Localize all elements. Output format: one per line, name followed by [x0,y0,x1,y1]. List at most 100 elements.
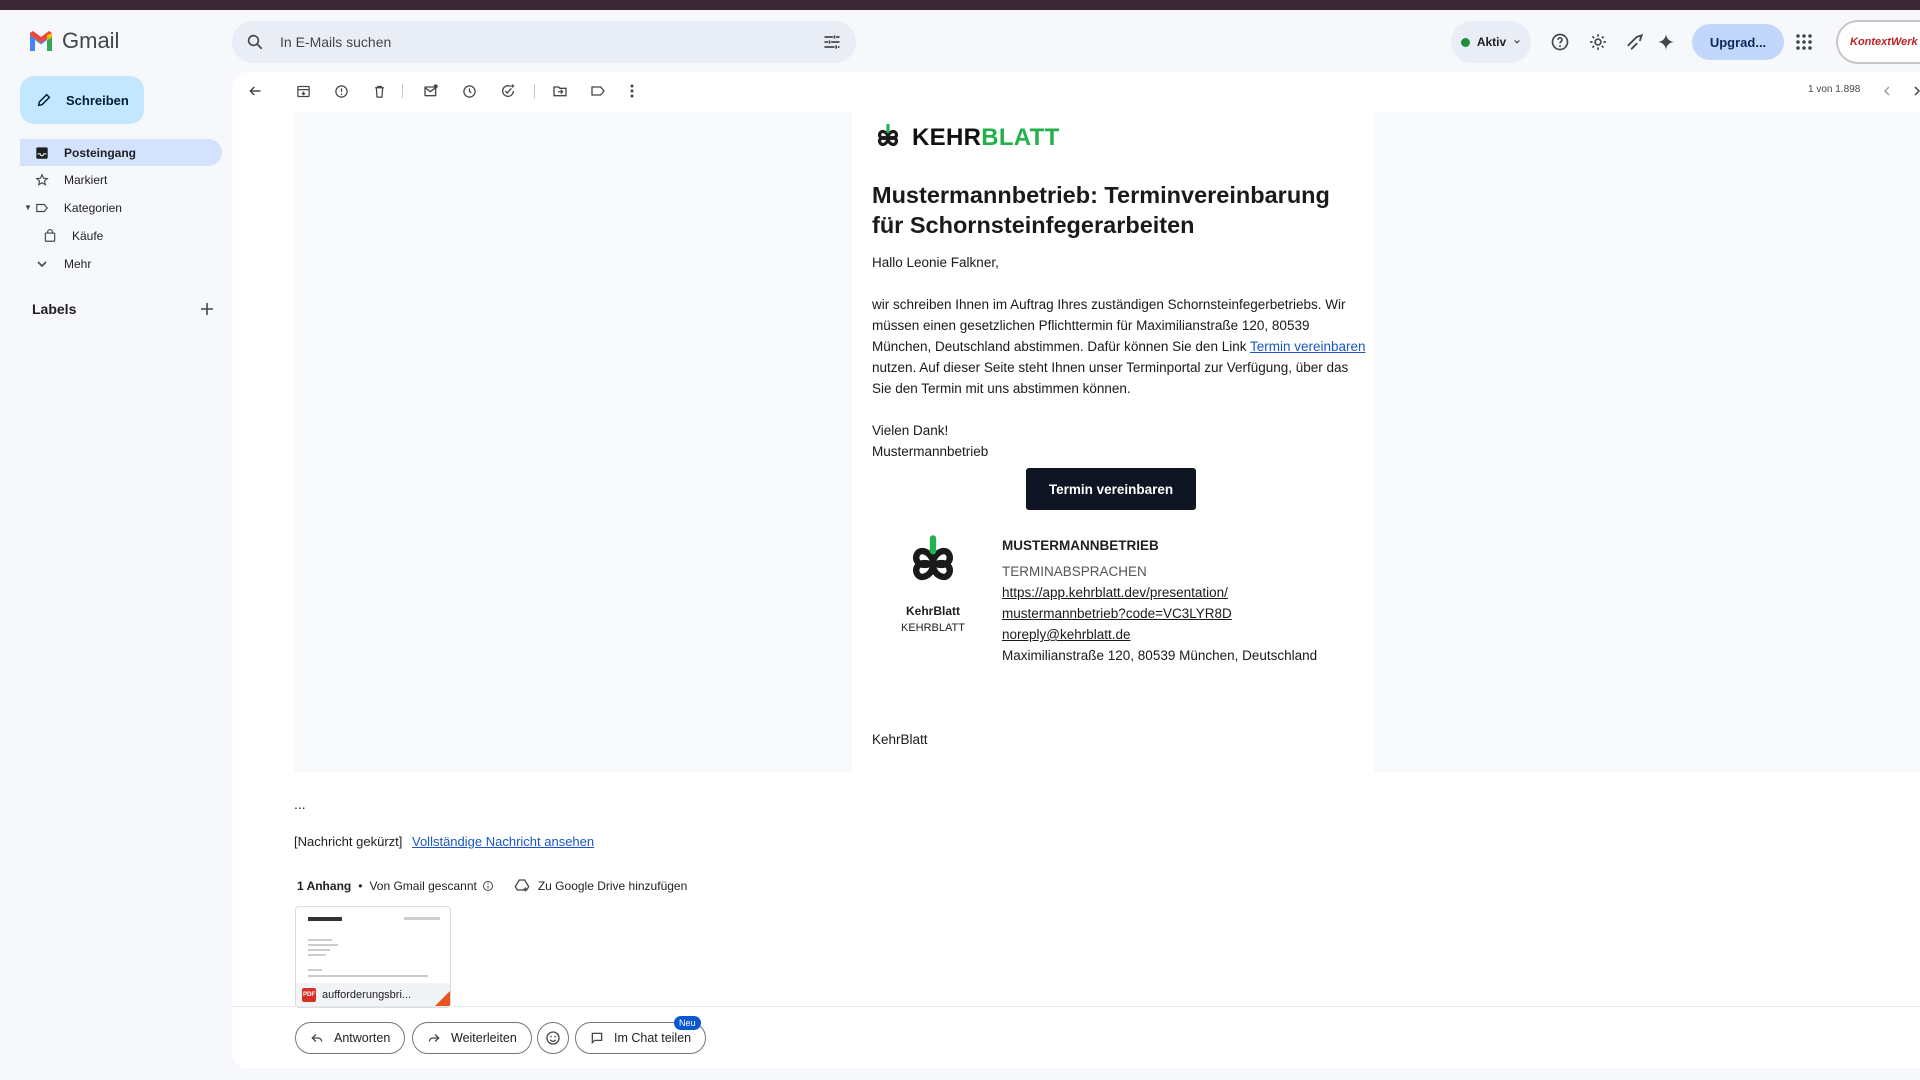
upgrade-button[interactable]: Upgrad... [1692,24,1784,60]
sidebar-item-label: Posteingang [64,145,137,160]
reply-button[interactable]: Antworten [295,1022,406,1054]
add-to-drive-button[interactable]: Zu Google Drive hinzufügen [514,878,687,894]
labels-heading: Labels [32,301,77,317]
signature-url-link[interactable]: mustermannbetrieb?code=VC3LYR8D [1002,606,1232,621]
new-badge: Neu [674,1016,701,1030]
schedule-appointment-button[interactable]: Termin vereinbaren [1026,468,1196,510]
email-footer: KehrBlatt [872,732,928,747]
attachment-card[interactable]: PDF aufforderungsbri... [295,906,451,1008]
expand-arrow-icon[interactable]: ▼ [24,203,32,212]
email-sender-name: Mustermannbetrieb [872,444,989,459]
forward-button[interactable]: Weiterleiten [412,1022,532,1054]
sidebar-item-purchases[interactable]: Käufe [20,222,222,249]
report-spam-icon[interactable] [330,80,352,102]
preview-line [308,917,342,921]
search-icon[interactable] [246,33,264,51]
email-body-background [1374,112,1920,772]
apps-grid-icon[interactable] [1790,28,1818,56]
chat-icon [591,1032,603,1045]
info-icon[interactable] [482,880,494,892]
emoji-reaction-button[interactable] [537,1022,569,1054]
trash-icon[interactable] [368,80,390,102]
attachment-name-bar: PDF aufforderungsbri... [296,983,450,1007]
kehrblatt-logo: KEHRBLATT [872,122,1060,154]
status-label: Aktiv [1476,35,1507,49]
add-task-icon[interactable] [497,80,519,102]
show-trimmed-content[interactable]: ... [294,796,306,812]
pdf-corner-fold [434,991,450,1007]
chevron-down-icon [34,256,50,272]
email-headline: Mustermannbetrieb: Terminvereinbarung fü… [872,182,1330,238]
emoji-icon [546,1031,560,1045]
attachment-file-name: aufforderungsbri... [322,989,412,1001]
labels-section-header: Labels [32,301,214,317]
preview-line [308,939,332,941]
view-full-message-link[interactable]: Vollständige Nachricht ansehen [412,834,594,849]
preview-line [308,954,326,956]
label-icon [34,200,50,216]
preview-line [404,917,440,920]
pagination-count: 1 von 1.898 [1808,84,1861,95]
account-label: KontextWerk [1850,36,1918,48]
gear-icon[interactable] [1584,28,1612,56]
archive-icon[interactable] [292,80,314,102]
toolbar-divider [402,84,403,98]
snooze-icon[interactable] [458,80,480,102]
paragraph-text: nutzen. Auf dieser Seite steht Ihnen uns… [872,360,1349,396]
inbox-icon [34,145,50,161]
browser-frame [0,0,1920,10]
more-vert-icon[interactable] [621,80,643,102]
signature-subtitle: TERMINABSPRACHEN [1002,564,1147,579]
sidebar-item-inbox[interactable]: Posteingang [20,139,222,166]
compose-label: Schreiben [66,92,129,108]
email-thanks: Vielen Dank! [872,423,949,438]
signature-brand-sub: KEHRBLATT [901,622,965,634]
back-arrow-icon[interactable] [244,80,266,102]
reply-icon [311,1034,323,1042]
forward-icon [428,1034,440,1042]
search-input[interactable]: In E-Mails suchen [280,34,822,50]
sidebar-item-label: Mehr [64,256,92,271]
trimmed-label: [Nachricht gekürzt] [294,834,403,849]
forward-label: Weiterleiten [451,1031,517,1045]
sidebar-item-label: Käufe [72,228,104,243]
sidebar-item-starred[interactable]: Markiert [20,166,222,193]
chevron-right-icon[interactable] [1906,80,1920,102]
signature-email-link[interactable]: noreply@kehrblatt.de [1002,627,1131,642]
label-icon[interactable] [587,80,609,102]
sidebar-item-categories[interactable]: ▼ Kategorien [20,194,222,221]
kehrblatt-clover-icon [878,123,898,147]
apps-script-icon[interactable] [1621,28,1649,56]
termin-link[interactable]: Termin vereinbaren [1250,339,1366,354]
help-icon[interactable] [1546,28,1574,56]
sidebar-item-more[interactable]: Mehr [20,250,222,277]
add-label-icon[interactable] [200,302,214,316]
signature-logo-block: KehrBlatt KEHRBLATT [888,532,978,634]
gemini-sparkle-icon[interactable] [1652,28,1680,56]
pencil-icon [37,93,51,107]
move-to-icon[interactable] [549,80,571,102]
signature-url-link[interactable]: https://app.kehrblatt.dev/presentation/ [1002,585,1228,600]
pdf-icon: PDF [302,988,316,1002]
chevron-left-icon[interactable] [1876,80,1898,102]
chevron-down-icon [1514,39,1520,44]
email-paragraph: wir schreiben Ihnen im Auftrag Ihres zus… [872,294,1366,399]
compose-button[interactable]: Schreiben [20,76,144,124]
separator-dot: • [358,879,363,893]
drive-label: Zu Google Drive hinzufügen [537,879,688,893]
preview-line [308,944,338,946]
gmail-m-icon [30,31,52,51]
account-avatar[interactable]: KontextWerk [1836,20,1920,64]
gmail-logo[interactable]: Gmail [28,28,119,54]
search-filter-icon[interactable] [822,32,842,52]
mark-unread-icon[interactable] [420,80,442,102]
status-dot [1460,37,1470,47]
search-bar[interactable]: In E-Mails suchen [232,21,856,63]
status-selector[interactable]: Aktiv [1451,21,1531,63]
attachment-count: 1 Anhang [297,879,352,893]
email-greeting: Hallo Leonie Falkner, [872,255,999,270]
signature-brand-name: KehrBlatt [905,604,960,618]
share-in-chat-label: Im Chat teilen [614,1031,692,1045]
action-bar-divider [232,1006,1920,1007]
brand-word-kehr: KEHR [912,124,982,151]
